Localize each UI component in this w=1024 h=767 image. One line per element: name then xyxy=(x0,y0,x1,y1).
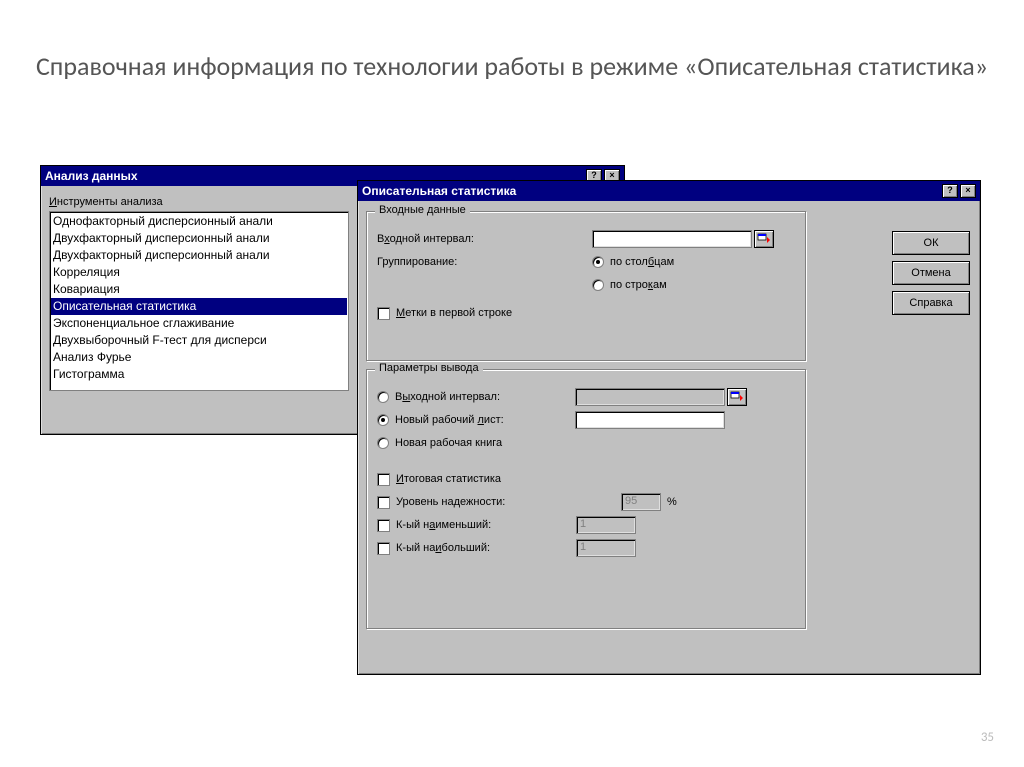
input-range-label: Входной интервал: xyxy=(377,233,532,245)
kth-smallest-field[interactable]: 1 xyxy=(576,516,636,534)
list-item[interactable]: Гистограмма xyxy=(51,366,347,383)
kth-smallest-label: К-ый наименьший: xyxy=(396,519,576,531)
list-item[interactable]: Экспоненциальное сглаживание xyxy=(51,315,347,332)
tools-listbox[interactable]: Однофакторный дисперсионный аналиДвухфак… xyxy=(49,211,349,391)
by-columns-radio[interactable] xyxy=(592,256,604,268)
confidence-label: Уровень надежности: xyxy=(396,496,621,508)
kth-largest-field[interactable]: 1 xyxy=(576,539,636,557)
new-book-radio[interactable] xyxy=(377,437,389,449)
kth-largest-label: К-ый наибольший: xyxy=(396,542,576,554)
slide-title: Справочная информация по технологии рабо… xyxy=(0,50,1024,83)
range-picker-icon[interactable] xyxy=(754,230,774,248)
help-button[interactable]: Справка xyxy=(892,291,970,315)
list-item[interactable]: Анализ Фурье xyxy=(51,349,347,366)
new-sheet-label: Новый рабочий лист: xyxy=(395,414,575,426)
grouping-label: Группирование: xyxy=(377,256,532,268)
by-columns-label: по столбцам xyxy=(610,256,674,268)
list-item[interactable]: Однофакторный дисперсионный анали xyxy=(51,213,347,230)
new-sheet-radio[interactable] xyxy=(377,414,389,426)
by-rows-radio[interactable] xyxy=(592,279,604,291)
kth-largest-checkbox[interactable] xyxy=(377,542,390,555)
input-legend: Входные данные xyxy=(375,204,470,216)
list-item[interactable]: Корреляция xyxy=(51,264,347,281)
labels-first-row-label: Метки в первой строке xyxy=(396,307,512,319)
output-group: Параметры вывода Выходной интервал: Новы… xyxy=(366,369,806,629)
input-range-field[interactable] xyxy=(592,230,752,248)
summary-label: Итоговая статистика xyxy=(396,473,501,485)
desc-titlebar: Описательная статистика ? × xyxy=(358,181,980,201)
list-item[interactable]: Ковариация xyxy=(51,281,347,298)
ok-button[interactable]: ОК xyxy=(892,231,970,255)
output-range-picker-icon[interactable] xyxy=(727,388,747,406)
kth-smallest-checkbox[interactable] xyxy=(377,519,390,532)
help-icon[interactable]: ? xyxy=(942,184,958,198)
output-range-label: Выходной интервал: xyxy=(395,391,575,403)
close-icon[interactable]: × xyxy=(960,184,976,198)
input-group: Входные данные Входной интервал: Группир… xyxy=(366,211,806,361)
list-item[interactable]: Двухвыборочный F-тест для дисперси xyxy=(51,332,347,349)
confidence-checkbox[interactable] xyxy=(377,496,390,509)
new-book-label: Новая рабочая книга xyxy=(395,437,502,449)
desc-title: Описательная статистика xyxy=(362,184,516,198)
desc-stats-dialog: Описательная статистика ? × Входные данн… xyxy=(357,180,981,675)
percent-label: % xyxy=(667,496,677,508)
summary-checkbox[interactable] xyxy=(377,473,390,486)
confidence-field[interactable]: 95 xyxy=(621,493,661,511)
output-range-field[interactable] xyxy=(575,388,725,406)
page-number: 35 xyxy=(981,730,994,745)
new-sheet-field[interactable] xyxy=(575,411,725,429)
analysis-title: Анализ данных xyxy=(45,169,138,183)
output-range-radio[interactable] xyxy=(377,391,389,403)
labels-checkbox[interactable] xyxy=(377,307,390,320)
list-item[interactable]: Двухфакторный дисперсионный анали xyxy=(51,230,347,247)
by-rows-label: по строкам xyxy=(610,279,667,291)
output-legend: Параметры вывода xyxy=(375,362,483,374)
button-column: ОК Отмена Справка xyxy=(892,231,970,321)
cancel-button[interactable]: Отмена xyxy=(892,261,970,285)
list-item[interactable]: Двухфакторный дисперсионный анали xyxy=(51,247,347,264)
list-item[interactable]: Описательная статистика xyxy=(51,298,347,315)
